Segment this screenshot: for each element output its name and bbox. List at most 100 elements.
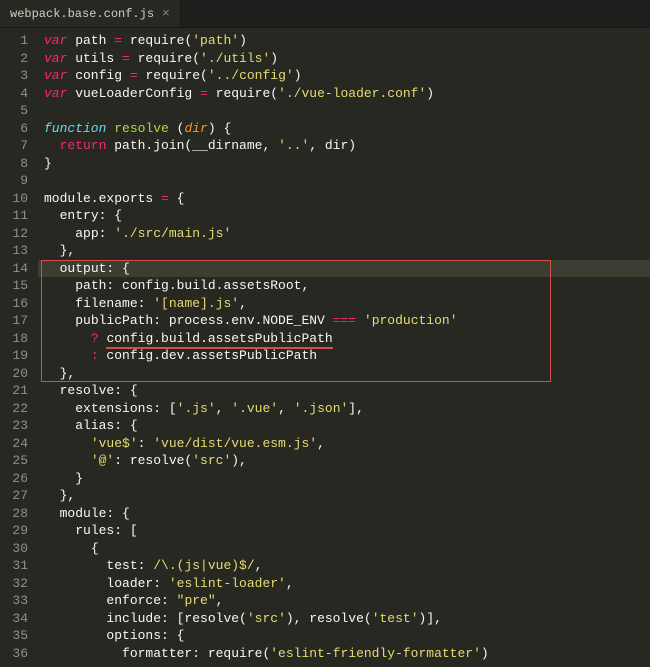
code-line[interactable]: extensions: ['.js', '.vue', '.json'], [44, 400, 650, 418]
token: test: [106, 558, 153, 573]
code-line[interactable]: include: [resolve('src'), resolve('test'… [44, 610, 650, 628]
code-line[interactable]: var utils = require('./utils') [44, 50, 650, 68]
code-line[interactable]: var vueLoaderConfig = require('./vue-loa… [44, 85, 650, 103]
token: '.js' [177, 401, 216, 416]
token: ) [481, 646, 489, 661]
token: ) { [208, 121, 231, 136]
token: require( [122, 33, 192, 48]
token: return [60, 138, 107, 153]
code-line[interactable]: 'vue$': 'vue/dist/vue.esm.js', [44, 435, 650, 453]
code-line[interactable]: app: './src/main.js' [44, 225, 650, 243]
code-line[interactable]: loader: 'eslint-loader', [44, 575, 650, 593]
code-line[interactable]: filename: '[name].js', [44, 295, 650, 313]
code-line[interactable]: module: { [44, 505, 650, 523]
token: resolve [114, 121, 169, 136]
code-line[interactable]: path: config.build.assetsRoot, [44, 277, 650, 295]
code-line[interactable] [44, 102, 650, 120]
line-number: 26 [0, 470, 28, 488]
line-number: 16 [0, 295, 28, 313]
token: path: config.build.assetsRoot, [75, 278, 309, 293]
token [356, 313, 364, 328]
token: )], [419, 611, 442, 626]
code-line[interactable]: test: /\.(js|vue)$/, [44, 557, 650, 575]
token: rules: [ [75, 523, 137, 538]
token: './vue-loader.conf' [278, 86, 426, 101]
token: = [122, 51, 130, 66]
token: = [161, 191, 169, 206]
close-icon[interactable]: × [162, 7, 170, 20]
code-line[interactable]: enforce: "pre", [44, 592, 650, 610]
code-line[interactable]: entry: { [44, 207, 650, 225]
token: '[name].js' [153, 296, 239, 311]
code-line[interactable]: ? config.build.assetsPublicPath [44, 330, 650, 348]
token: ) [270, 51, 278, 66]
code-line[interactable]: formatter: require('eslint-friendly-form… [44, 645, 650, 663]
code-line[interactable] [44, 172, 650, 190]
line-number: 23 [0, 417, 28, 435]
line-number: 31 [0, 557, 28, 575]
token: } [44, 156, 52, 171]
token: 'vue$' [91, 436, 138, 451]
token: = [130, 68, 138, 83]
token: './utils' [200, 51, 270, 66]
code-line[interactable]: function resolve (dir) { [44, 120, 650, 138]
token: '.vue' [231, 401, 278, 416]
token: var [44, 86, 67, 101]
token: module: { [60, 506, 130, 521]
line-number: 7 [0, 137, 28, 155]
line-number: 4 [0, 85, 28, 103]
token: module.exports [44, 191, 161, 206]
token: , [255, 558, 263, 573]
editor[interactable]: 1234567891011121314151617181920212223242… [0, 28, 650, 667]
line-number: 34 [0, 610, 28, 628]
code-line[interactable]: output: { [44, 260, 650, 278]
line-number: 32 [0, 575, 28, 593]
token: ], [348, 401, 364, 416]
tab-active[interactable]: webpack.base.conf.js × [0, 0, 181, 27]
tab-bar: webpack.base.conf.js × [0, 0, 650, 28]
token: = [114, 33, 122, 48]
token: options: { [106, 628, 184, 643]
line-number: 24 [0, 435, 28, 453]
token: 'path' [192, 33, 239, 48]
code-line[interactable]: }, [44, 365, 650, 383]
code-line[interactable]: return path.join(__dirname, '..', dir) [44, 137, 650, 155]
token: ? [91, 331, 99, 346]
code-line[interactable]: }, [44, 242, 650, 260]
code-line[interactable]: var path = require('path') [44, 32, 650, 50]
code-line[interactable]: resolve: { [44, 382, 650, 400]
token: output: { [60, 261, 130, 276]
code-line[interactable]: rules: [ [44, 522, 650, 540]
token: 'eslint-friendly-formatter' [270, 646, 481, 661]
line-number: 15 [0, 277, 28, 295]
line-number: 18 [0, 330, 28, 348]
line-number: 17 [0, 312, 28, 330]
code-line[interactable]: alias: { [44, 417, 650, 435]
line-number: 25 [0, 452, 28, 470]
token: , [286, 576, 294, 591]
token: , [216, 401, 232, 416]
code-line[interactable]: module.exports = { [44, 190, 650, 208]
code-line[interactable]: { [44, 540, 650, 558]
code-line[interactable]: publicPath: process.env.NODE_ENV === 'pr… [44, 312, 650, 330]
code-line[interactable]: } [44, 155, 650, 173]
token: require( [208, 86, 278, 101]
line-number: 28 [0, 505, 28, 523]
code-line[interactable]: } [44, 470, 650, 488]
line-number: 10 [0, 190, 28, 208]
line-number: 12 [0, 225, 28, 243]
code-line[interactable]: var config = require('../config') [44, 67, 650, 85]
line-number: 5 [0, 102, 28, 120]
code-line[interactable]: options: { [44, 627, 650, 645]
token: , [216, 593, 224, 608]
code-line[interactable]: }, [44, 487, 650, 505]
code-line[interactable]: '@': resolve('src'), [44, 452, 650, 470]
token: ) [426, 86, 434, 101]
token: { [91, 541, 99, 556]
token: entry: { [60, 208, 122, 223]
token: }, [60, 243, 76, 258]
code-line[interactable]: : config.dev.assetsPublicPath [44, 347, 650, 365]
code-area[interactable]: var path = require('path')var utils = re… [38, 28, 650, 667]
line-number: 13 [0, 242, 28, 260]
token: ) [239, 33, 247, 48]
